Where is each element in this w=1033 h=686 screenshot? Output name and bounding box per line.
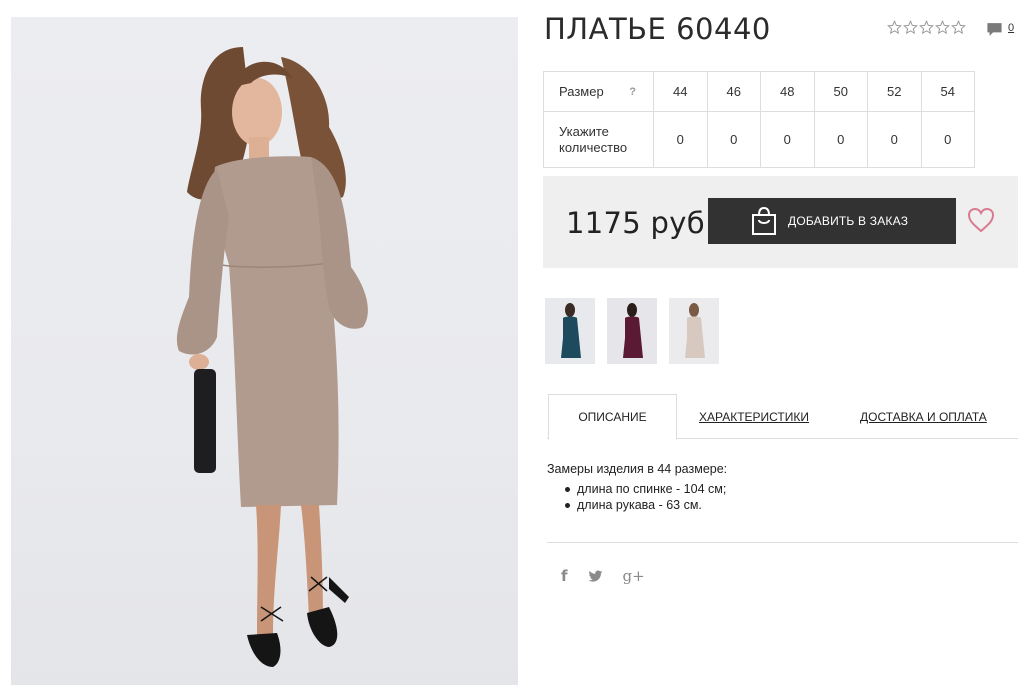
color-variants: [545, 298, 719, 364]
quantity-input-44[interactable]: 0: [653, 111, 708, 168]
comment-bubble-icon: [987, 23, 1002, 36]
size-help-icon[interactable]: ?: [629, 86, 636, 98]
quantity-input-46[interactable]: 0: [706, 111, 761, 168]
size-cell: 44: [653, 71, 708, 112]
star-icon[interactable]: [903, 20, 918, 35]
add-to-order-label: ДОБАВИТЬ В ЗАКАЗ: [788, 214, 909, 228]
list-item: длина рукава - 63 см.: [565, 497, 727, 513]
rating-stars[interactable]: [887, 20, 966, 35]
quantity-input-54[interactable]: 0: [920, 111, 975, 168]
comments-link[interactable]: 0: [986, 21, 1014, 38]
color-thumbnail-beige[interactable]: [669, 298, 719, 364]
size-cell: 54: [920, 71, 975, 112]
star-icon[interactable]: [951, 20, 966, 35]
heart-icon[interactable]: [966, 206, 996, 234]
star-icon[interactable]: [887, 20, 902, 35]
product-main-image[interactable]: [11, 17, 518, 685]
description-panel: Замеры изделия в 44 размере: длина по сп…: [547, 462, 727, 513]
price-block: 1175 руб ДОБАВИТЬ В ЗАКАЗ: [543, 176, 1018, 268]
tab-characteristics[interactable]: ХАРАКТЕРИСТИКИ: [699, 394, 809, 439]
star-icon[interactable]: [935, 20, 950, 35]
quantity-input-50[interactable]: 0: [813, 111, 868, 168]
quantity-label-line2: количество: [559, 139, 628, 155]
quantity-label-cell: Укажите количество: [543, 111, 654, 168]
measurements-list: длина по спинке - 104 см; длина рукава -…: [565, 481, 727, 513]
size-cell: 50: [813, 71, 868, 112]
size-cell: 48: [760, 71, 815, 112]
product-tabs: ОПИСАНИЕ ХАРАКТЕРИСТИКИ ДОСТАВКА И ОПЛАТ…: [547, 394, 1018, 440]
price: 1175 руб: [566, 206, 705, 240]
product-title: ПЛАТЬЕ 60440: [544, 12, 771, 46]
tab-description[interactable]: ОПИСАНИЕ: [548, 394, 677, 440]
facebook-icon[interactable]: f: [561, 567, 568, 585]
quantity-input-48[interactable]: 0: [760, 111, 815, 168]
quantity-input-52[interactable]: 0: [867, 111, 922, 168]
twitter-icon[interactable]: [588, 569, 603, 583]
description-intro: Замеры изделия в 44 размере:: [547, 462, 728, 476]
shopping-bag-icon: [752, 206, 776, 235]
social-share: f g+: [561, 567, 645, 585]
divider: [547, 542, 1018, 543]
list-item: длина по спинке - 104 см;: [565, 481, 727, 497]
color-thumbnail-teal[interactable]: [545, 298, 595, 364]
tab-delivery[interactable]: ДОСТАВКА И ОПЛАТА: [860, 394, 987, 439]
comments-count[interactable]: 0: [1008, 22, 1014, 34]
google-plus-icon[interactable]: g+: [623, 567, 645, 585]
size-table: Размер ? 44 46 48 50 52 54 Укажите колич…: [543, 71, 975, 168]
quantity-label-line1: Укажите: [559, 123, 609, 139]
add-to-order-button[interactable]: ДОБАВИТЬ В ЗАКАЗ: [708, 198, 956, 244]
size-cell: 46: [706, 71, 761, 112]
size-label-cell: Размер ?: [543, 71, 654, 112]
size-label: Размер: [559, 84, 604, 99]
star-icon[interactable]: [919, 20, 934, 35]
size-cell: 52: [867, 71, 922, 112]
color-thumbnail-burgundy[interactable]: [607, 298, 657, 364]
